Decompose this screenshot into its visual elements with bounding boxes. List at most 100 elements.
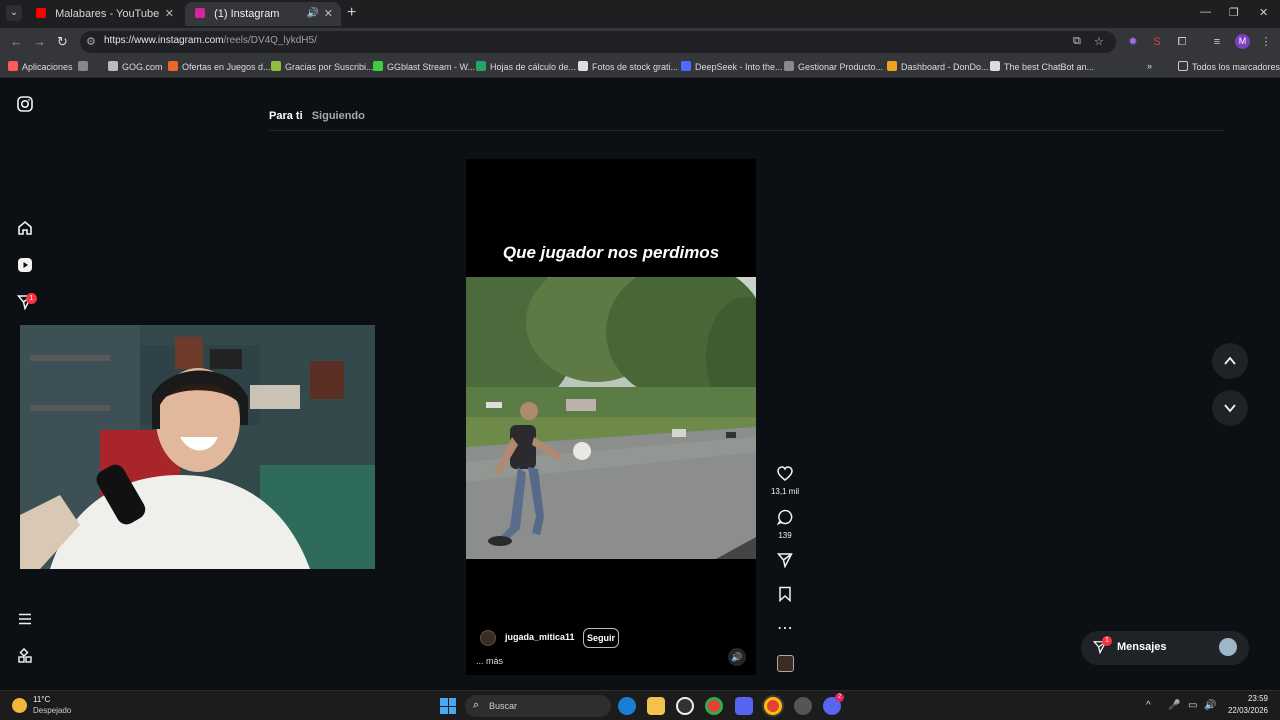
heart-icon[interactable]: [766, 466, 804, 486]
next-reel-button[interactable]: [1212, 390, 1248, 426]
save-action[interactable]: [766, 586, 804, 607]
volume-icon[interactable]: 🔊: [1204, 700, 1216, 711]
bookmark-item[interactable]: [78, 61, 92, 72]
comment-icon[interactable]: [766, 509, 804, 530]
back-icon[interactable]: ←: [10, 34, 23, 49]
tab-siguiendo[interactable]: Siguiendo: [312, 110, 365, 122]
instagram-logo-icon[interactable]: [16, 96, 34, 114]
instagram-icon: [195, 8, 205, 18]
address-bar[interactable]: ⚙ https://www.instagram.com/reels/DV4Q_l…: [80, 31, 1116, 53]
media-controls-icon[interactable]: ≡: [1210, 35, 1224, 49]
notification-badge: 1: [26, 293, 37, 304]
audio-playing-icon[interactable]: 🔊: [307, 2, 319, 26]
restore-icon[interactable]: ❐: [1229, 6, 1239, 19]
start-windows-icon[interactable]: [440, 698, 456, 714]
messages-button[interactable]: 1 Mensajes: [1081, 631, 1249, 665]
install-app-icon[interactable]: ⧉: [1073, 35, 1081, 48]
menu-kebab-icon[interactable]: ⋮: [1259, 35, 1273, 49]
tab-search-button[interactable]: ⌄: [6, 5, 22, 21]
chrome-icon[interactable]: [705, 697, 723, 715]
taskbar-search[interactable]: ⌕ Buscar: [465, 695, 611, 717]
also-from-meta-icon[interactable]: [16, 647, 34, 666]
reel-overlay-text: Que jugador nos perdimos: [502, 243, 720, 262]
network-icon[interactable]: ▭: [1188, 700, 1197, 711]
weather-description[interactable]: Despejado: [33, 706, 71, 715]
minimize-icon[interactable]: —: [1200, 6, 1211, 18]
search-placeholder: Buscar: [489, 701, 518, 711]
share-action[interactable]: [766, 552, 804, 573]
more-options-icon[interactable]: ⋯: [766, 620, 804, 638]
close-icon[interactable]: ✕: [324, 2, 333, 26]
bookmark-star-icon[interactable]: ☆: [1094, 35, 1104, 48]
audio-thumbnail[interactable]: [766, 655, 804, 672]
follow-button[interactable]: Seguir: [583, 628, 619, 648]
reel-player[interactable]: Que jugador nos perdimos jugada_mitica11…: [466, 159, 756, 675]
comment-count: 139: [778, 531, 792, 540]
reels-icon[interactable]: [16, 257, 34, 275]
bookmark-favicon: [168, 61, 178, 71]
steam-icon[interactable]: [794, 697, 812, 715]
caption-more-link[interactable]: ... más: [476, 656, 503, 666]
folder-icon: [1178, 61, 1188, 71]
tray-overflow-icon[interactable]: ^: [1146, 700, 1151, 711]
bookmark-item[interactable]: Dashboard - DonDo...: [887, 61, 989, 72]
extension-s-icon[interactable]: S: [1150, 35, 1164, 49]
app-icon[interactable]: [735, 697, 753, 715]
mute-toggle-icon[interactable]: 🔊: [728, 648, 746, 666]
like-action[interactable]: 13,1 mil: [766, 466, 804, 496]
tab-para-ti[interactable]: Para ti: [269, 110, 303, 122]
bookmark-icon[interactable]: [766, 586, 804, 607]
bookmark-item[interactable]: Gracias por Suscribi...: [271, 61, 374, 72]
bookmark-item[interactable]: Aplicaciones: [8, 61, 73, 72]
site-info-icon[interactable]: ⚙: [86, 35, 96, 48]
new-tab-button[interactable]: +: [347, 4, 356, 22]
home-icon[interactable]: [16, 220, 34, 238]
tab-instagram[interactable]: (1) Instagram 🔊 ✕: [185, 2, 341, 26]
edge-icon[interactable]: [618, 697, 636, 715]
chrome-profile-icon[interactable]: [764, 697, 782, 715]
bookmark-item[interactable]: DeepSeek - Into the...: [681, 61, 783, 72]
bookmark-item[interactable]: Ofertas en Juegos d...: [168, 61, 271, 72]
author-username[interactable]: jugada_mitica11: [505, 632, 575, 642]
author-avatar[interactable]: [480, 630, 496, 646]
clock-time[interactable]: 23:59: [1240, 694, 1268, 703]
github-icon[interactable]: [676, 697, 694, 715]
bookmark-item[interactable]: Fotos de stock grati...: [578, 61, 678, 72]
bookmark-favicon: [784, 61, 794, 71]
comment-action[interactable]: 139: [766, 509, 804, 540]
browser-tab-bar: ⌄ Malabares - YouTube ✕ (1) Instagram 🔊 …: [0, 0, 1280, 28]
messages-badge: 1: [1102, 636, 1112, 646]
url-text: https://www.instagram.com/reels/DV4Q_lyk…: [104, 35, 317, 46]
bookmark-item[interactable]: GGblast Stream - W...: [373, 61, 475, 72]
microphone-icon[interactable]: 🎤: [1168, 700, 1180, 711]
bookmark-item[interactable]: Hojas de cálculo de...: [476, 61, 576, 72]
clock-date[interactable]: 22/03/2026: [1224, 706, 1268, 715]
reload-icon[interactable]: ↻: [57, 34, 68, 50]
share-icon[interactable]: [766, 552, 804, 573]
tab-title: (1) Instagram: [214, 8, 280, 20]
window-close-icon[interactable]: ✕: [1259, 6, 1268, 19]
bookmarks-overflow-icon[interactable]: »: [1147, 61, 1152, 71]
bookmark-favicon: [887, 61, 897, 71]
extension-gear-icon[interactable]: ✹: [1126, 35, 1140, 49]
weather-moon-icon[interactable]: [12, 698, 27, 713]
bookmark-item[interactable]: The best ChatBot an...: [990, 61, 1094, 72]
all-bookmarks-folder[interactable]: Todos los marcadores: [1178, 61, 1280, 72]
reel-video-frame[interactable]: [466, 277, 756, 559]
more-menu-icon[interactable]: [16, 611, 34, 629]
bookmark-item[interactable]: GOG.com: [108, 61, 163, 72]
tab-youtube[interactable]: Malabares - YouTube ✕: [26, 2, 182, 26]
webcam-overlay: [20, 325, 375, 569]
windows-taskbar: 11°C Despejado ⌕ Buscar 2 ^ 🎤 ▭ 🔊 23:59 …: [0, 690, 1280, 720]
search-icon: ⌕: [473, 699, 480, 711]
previous-reel-button[interactable]: [1212, 343, 1248, 379]
extensions-puzzle-icon[interactable]: ⧠: [1175, 35, 1189, 49]
bookmarks-bar: Aplicaciones GOG.com Ofertas en Juegos d…: [0, 56, 1280, 78]
weather-temperature[interactable]: 11°C: [33, 695, 50, 704]
bookmark-item[interactable]: Gestionar Producto...: [784, 61, 883, 72]
forward-icon[interactable]: →: [33, 34, 46, 49]
file-explorer-icon[interactable]: [647, 697, 665, 715]
close-icon[interactable]: ✕: [165, 2, 174, 26]
bookmark-favicon: [373, 61, 383, 71]
profile-avatar[interactable]: M: [1235, 34, 1250, 49]
